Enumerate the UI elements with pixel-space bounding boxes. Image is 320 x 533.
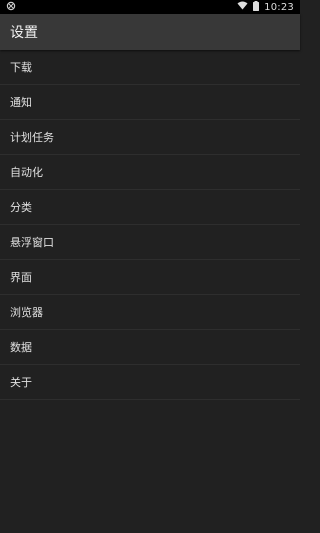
settings-item-interface[interactable]: 界面 [0, 260, 300, 295]
settings-item-label: 悬浮窗口 [10, 236, 54, 249]
settings-item-browser[interactable]: 浏览器 [0, 295, 300, 330]
settings-item-label: 数据 [10, 341, 32, 354]
settings-item-notifications[interactable]: 通知 [0, 85, 300, 120]
settings-item-scheduled-tasks[interactable]: 计划任务 [0, 120, 300, 155]
settings-item-floating-window[interactable]: 悬浮窗口 [0, 225, 300, 260]
settings-item-data[interactable]: 数据 [0, 330, 300, 365]
settings-item-about[interactable]: 关于 [0, 365, 300, 400]
settings-item-download[interactable]: 下载 [0, 50, 300, 85]
status-bar: 10:23 [0, 0, 300, 14]
settings-item-label: 自动化 [10, 166, 43, 179]
settings-item-label: 计划任务 [10, 131, 54, 144]
page-title: 设置 [10, 25, 38, 41]
app-notification-icon [6, 1, 16, 14]
app-bar: 设置 [0, 14, 300, 50]
settings-item-label: 下载 [10, 61, 32, 74]
settings-item-categories[interactable]: 分类 [0, 190, 300, 225]
status-right: 10:23 [237, 0, 294, 14]
settings-item-label: 浏览器 [10, 306, 43, 319]
status-left [6, 1, 16, 14]
settings-item-label: 通知 [10, 96, 32, 109]
settings-list: 下载 通知 计划任务 自动化 分类 悬浮窗口 界面 浏览器 数据 关于 [0, 50, 300, 400]
status-time: 10:23 [264, 1, 294, 13]
settings-item-label: 关于 [10, 376, 32, 389]
settings-item-label: 分类 [10, 201, 32, 214]
settings-item-automation[interactable]: 自动化 [0, 155, 300, 190]
wifi-icon [237, 1, 248, 13]
settings-item-label: 界面 [10, 271, 32, 284]
battery-icon [253, 0, 260, 14]
